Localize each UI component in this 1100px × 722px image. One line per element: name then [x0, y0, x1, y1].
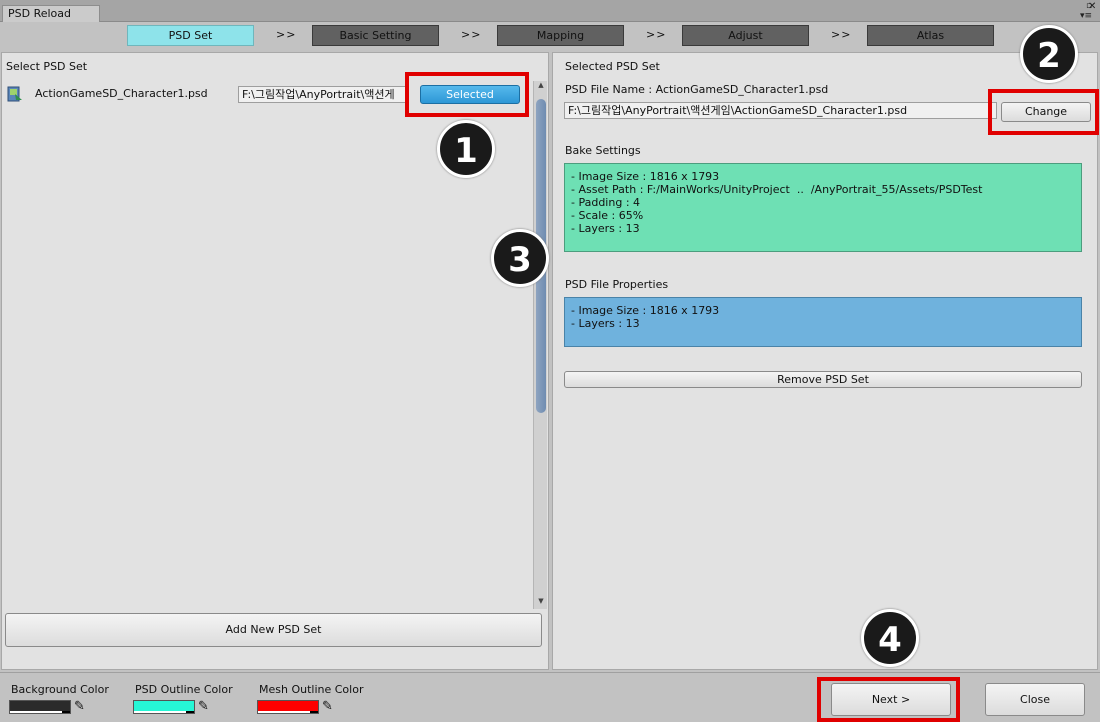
eyedropper-icon[interactable]: ✎ [198, 699, 209, 714]
highlight-next [817, 677, 960, 722]
step-separator: >> [461, 28, 482, 41]
psd-set-name[interactable]: ActionGameSD_Character1.psd [35, 87, 208, 100]
step-psd-set[interactable]: PSD Set [127, 25, 254, 46]
close-button[interactable]: Close [985, 683, 1085, 716]
window-title: PSD Reload [8, 7, 72, 20]
step-adjust[interactable]: Adjust [682, 25, 809, 46]
callout-badge-3: 3 [491, 229, 549, 287]
psd-file-properties-heading: PSD File Properties [565, 278, 669, 291]
eyedropper-icon[interactable]: ✎ [322, 699, 333, 714]
mesh-outline-color-swatch[interactable] [257, 700, 319, 714]
step-separator: >> [646, 28, 667, 41]
list-scrollbar[interactable]: ▲ ▼ [533, 81, 547, 609]
step-label: Atlas [916, 29, 945, 42]
window-titlebar: PSD Reload ▫ ✕ ▾≡ [0, 0, 1100, 22]
window-menu-icon[interactable]: ▾≡ [1080, 11, 1092, 21]
step-label: Adjust [728, 29, 763, 42]
highlight-change [988, 89, 1099, 135]
selected-psd-set-panel: Selected PSD Set PSD File Name : ActionG… [552, 52, 1098, 670]
step-bar: PSD Set >> Basic Setting >> Mapping >> A… [0, 22, 1100, 50]
psd-outline-color-label: PSD Outline Color [135, 683, 233, 696]
psd-file-icon [6, 85, 24, 103]
add-new-psd-set-button[interactable]: Add New PSD Set [5, 613, 542, 647]
psd-outline-color-swatch[interactable] [133, 700, 195, 714]
step-label: Basic Setting [339, 29, 412, 42]
background-color-swatch[interactable] [9, 700, 71, 714]
scroll-up-icon[interactable]: ▲ [535, 81, 547, 91]
psd-file-properties-box: - Image Size : 1816 x 1793 - Layers : 13 [564, 297, 1082, 347]
psd-file-name: PSD File Name : ActionGameSD_Character1.… [565, 83, 829, 96]
step-separator: >> [831, 28, 852, 41]
highlight-selected [405, 72, 529, 117]
psd-file-path-field[interactable]: F:\그림작업\AnyPortrait\액션게임\ActionGameSD_Ch… [564, 102, 997, 119]
selected-heading: Selected PSD Set [565, 60, 660, 73]
remove-psd-set-button[interactable]: Remove PSD Set [564, 371, 1082, 388]
callout-badge-2: 2 [1020, 25, 1078, 83]
list-heading: Select PSD Set [6, 60, 88, 73]
callout-badge-1: 1 [437, 120, 495, 178]
scroll-down-icon[interactable]: ▼ [535, 597, 547, 607]
step-label: PSD Set [168, 29, 213, 42]
mesh-outline-color-label: Mesh Outline Color [259, 683, 364, 696]
step-label: Mapping [536, 29, 585, 42]
bake-settings-heading: Bake Settings [565, 144, 641, 157]
bake-settings-box: - Image Size : 1816 x 1793 - Asset Path … [564, 163, 1082, 252]
step-atlas[interactable]: Atlas [867, 25, 994, 46]
window-tab[interactable]: PSD Reload [2, 5, 100, 22]
background-color-label: Background Color [11, 683, 109, 696]
step-mapping[interactable]: Mapping [497, 25, 624, 46]
step-separator: >> [276, 28, 297, 41]
psd-set-path-field[interactable]: F:\그림작업\AnyPortrait\액션게 [238, 86, 408, 103]
eyedropper-icon[interactable]: ✎ [74, 699, 85, 714]
step-basic-setting[interactable]: Basic Setting [312, 25, 439, 46]
callout-badge-4: 4 [861, 609, 919, 667]
